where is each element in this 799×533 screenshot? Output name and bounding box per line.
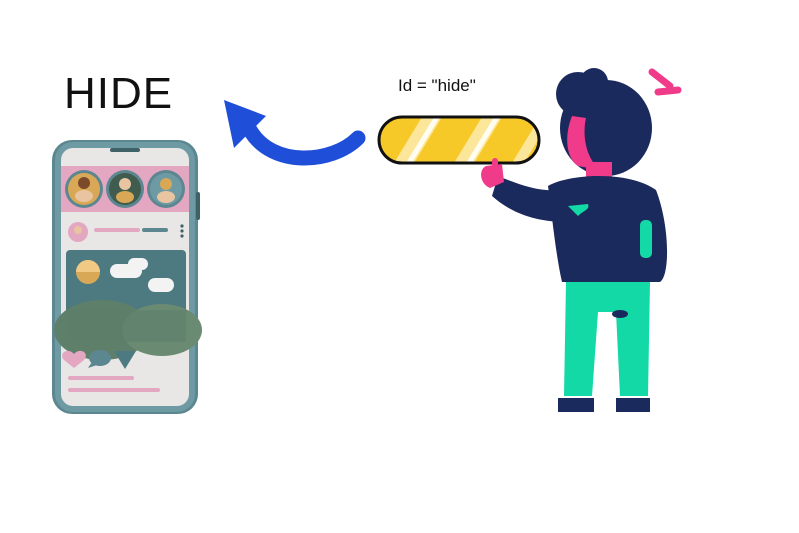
curved-arrow-icon: [224, 100, 366, 166]
avatar: [147, 170, 185, 208]
more-dots-icon: [180, 224, 184, 238]
person-illustration: [481, 68, 682, 412]
avatar: [65, 170, 103, 208]
avatar: [106, 170, 144, 208]
id-label: Id = "hide": [398, 76, 476, 95]
hide-title: HIDE: [64, 69, 174, 118]
phone-illustration: [52, 140, 202, 414]
